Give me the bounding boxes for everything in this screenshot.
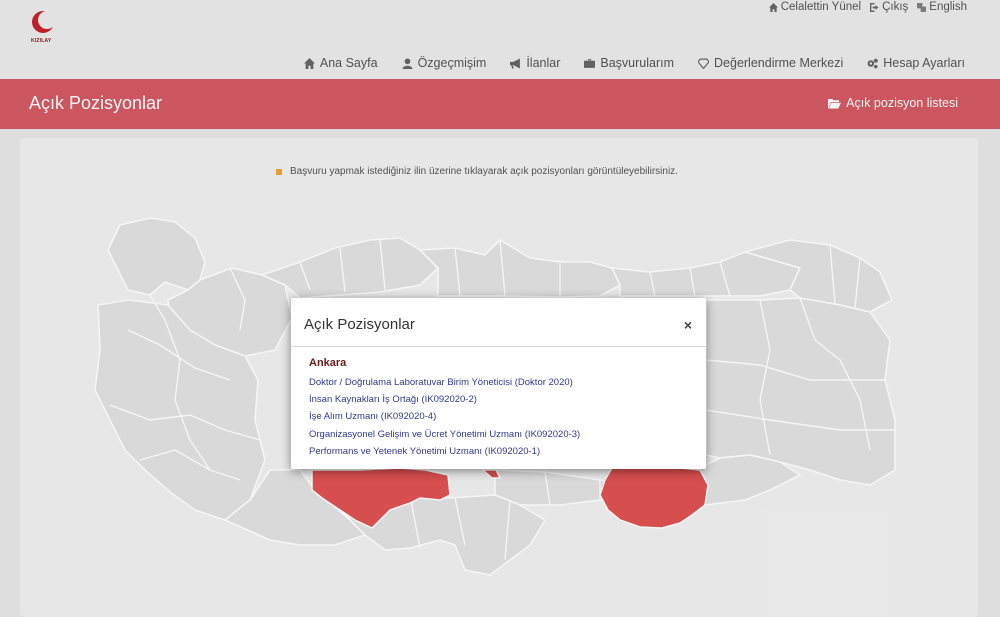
position-link[interactable]: İnsan Kaynakları İş Ortağı (IK092020-2) [309, 393, 580, 410]
close-button[interactable]: × [684, 318, 692, 332]
position-link[interactable]: Doktor / Doğrulama Laboratuvar Birim Yön… [309, 376, 580, 393]
position-list: Doktor / Doğrulama Laboratuvar Birim Yön… [309, 376, 580, 462]
modal-header: Açık Pozisyonlar × [291, 298, 706, 347]
modal-title: Açık Pozisyonlar [304, 316, 415, 333]
open-positions-modal: Açık Pozisyonlar × Ankara Doktor / Doğru… [291, 298, 706, 469]
position-link[interactable]: Performans ve Yetenek Yönetimi Uzmanı (I… [309, 445, 580, 462]
city-name: Ankara [309, 357, 347, 369]
position-link[interactable]: İşe Alım Uzmanı (IK092020-4) [309, 410, 580, 427]
position-link[interactable]: Organizasyonel Gelişim ve Ücret Yönetimi… [309, 428, 580, 445]
